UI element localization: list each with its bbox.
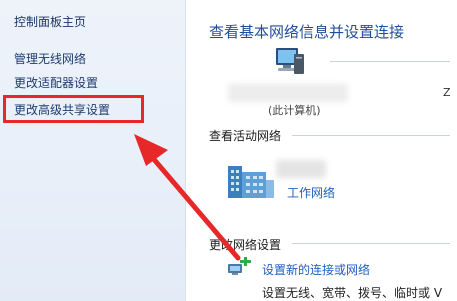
change-settings-rule xyxy=(292,243,450,244)
highlight-box xyxy=(3,95,144,123)
sidebar: 控制面板主页 管理无线网络 更改适配器设置 更改高级共享设置 xyxy=(0,0,186,301)
page-title: 查看基本网络信息并设置连接 xyxy=(209,23,405,41)
change-settings-label: 更改网络设置 xyxy=(209,238,282,252)
sidebar-item-manage-wireless[interactable]: 管理无线网络 xyxy=(14,50,86,67)
active-networks-label: 查看活动网络 xyxy=(209,129,282,143)
sidebar-home-link[interactable]: 控制面板主页 xyxy=(14,13,86,30)
computer-icon xyxy=(276,48,304,74)
setup-connection-link[interactable]: 设置新的连接或网络 xyxy=(262,261,370,278)
setup-connection-desc: 设置无线、宽带、拨号、临时或 V xyxy=(262,286,443,300)
computer-name-partial: (此计算机) xyxy=(268,104,321,117)
work-network-icon xyxy=(228,166,274,198)
sidebar-item-adapter-settings[interactable]: 更改适配器设置 xyxy=(14,74,98,91)
network-name-blur xyxy=(276,160,326,178)
edge-char: Z xyxy=(443,86,451,99)
setup-connection-icon xyxy=(228,257,251,275)
work-network-link[interactable]: 工作网络 xyxy=(287,184,335,201)
active-networks-rule xyxy=(292,135,450,136)
computer-name-blur xyxy=(228,84,348,102)
top-rule xyxy=(330,61,450,62)
